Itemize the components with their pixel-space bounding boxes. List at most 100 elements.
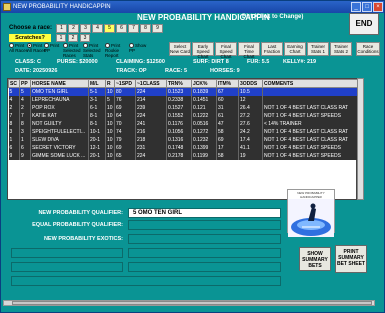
table-cell: 1 bbox=[8, 135, 20, 144]
exotics-label-box-1 bbox=[11, 248, 123, 258]
maximize-button[interactable]: □ bbox=[362, 2, 372, 12]
table-row[interactable]: 4 4 LEPRECHAUNA 3-1 5 76 214 0.2338 0.1451 60 12 bbox=[8, 95, 359, 104]
race-button-2[interactable]: 2 bbox=[68, 24, 79, 33]
logo-graphic: NEW PROBABILITY HANDICAPPER bbox=[287, 189, 335, 237]
scratches-label: Scratches? bbox=[9, 34, 51, 42]
table-cell: 7 bbox=[19, 111, 31, 120]
race-button-8[interactable]: 8 bbox=[140, 24, 151, 33]
scratch-button-2[interactable]: 2 bbox=[68, 34, 78, 42]
option-2[interactable]: Print PP bbox=[44, 43, 63, 53]
column-header[interactable]: SC bbox=[8, 79, 20, 88]
table-cell: 3 bbox=[19, 127, 31, 136]
scratch-button-3[interactable]: 3 bbox=[80, 34, 90, 42]
column-header[interactable]: JCK% bbox=[191, 79, 217, 88]
table-row[interactable]: 7 7 KATIE KAT 8-1 10 64 224 0.1552 0.1222 61 27.2 N… bbox=[8, 111, 359, 120]
race-button-5[interactable]: 5 bbox=[104, 24, 115, 33]
table-cell: 12 bbox=[238, 95, 263, 104]
table-cell: 79 bbox=[114, 135, 136, 144]
column-header[interactable]: R bbox=[105, 79, 115, 88]
scratch-button-1[interactable]: 1 bbox=[56, 34, 66, 42]
table-cell: 3 bbox=[8, 127, 20, 136]
kelly-info: KELLY#: 219 bbox=[283, 59, 317, 65]
table-cell: 10.5 bbox=[238, 87, 263, 96]
option-6[interactable]: Show PP bbox=[129, 43, 148, 53]
print-summary-bet-sheet-button[interactable]: PRINT SUMMARY BET SHEET bbox=[335, 245, 367, 273]
table-row[interactable]: 8 8 NOT GUILTY 8-1 10 70 241 0.1176 0.0516 47 27.6… bbox=[8, 119, 359, 128]
race-button-1[interactable]: 1 bbox=[56, 24, 67, 33]
table-cell: 239 bbox=[135, 103, 167, 112]
jockey-icon bbox=[288, 199, 334, 237]
table-cell: 0.2338 bbox=[166, 95, 192, 104]
table-cell: 58 bbox=[216, 127, 239, 136]
table-row[interactable]: 9 9 GIMME SOME LUCK ... 20-1 10 65 224 0.2178 0.… bbox=[8, 151, 359, 160]
table-row[interactable]: 5 5 OMO TEN GIRL 5-1 10 80 224 0.1523 0.1839 67 10… bbox=[8, 87, 359, 96]
chart-button-1[interactable]: Early Speed Chart bbox=[192, 42, 214, 59]
table-cell: 69 bbox=[114, 103, 136, 112]
table-cell: 5-1 bbox=[88, 87, 106, 96]
race-button-7[interactable]: 7 bbox=[128, 24, 139, 33]
show-summary-bets-button[interactable]: SHOW SUMMARY BETS bbox=[299, 247, 331, 271]
chart-button-3[interactable]: Final Time Chart bbox=[238, 42, 260, 59]
chart-button-7[interactable]: Trainer Stats 2 bbox=[330, 42, 352, 56]
column-header[interactable]: HORSE NAME bbox=[30, 79, 89, 88]
table-cell: 0.1316 bbox=[166, 135, 192, 144]
column-header[interactable]: PP bbox=[19, 79, 31, 88]
chart-button-8[interactable]: Race Conditions bbox=[356, 42, 380, 56]
table-cell: 74 bbox=[114, 127, 136, 136]
race-button-4[interactable]: 4 bbox=[92, 24, 103, 33]
exotics-label-box-2 bbox=[11, 262, 123, 272]
option-0[interactable]: Print All Races bbox=[9, 43, 28, 53]
table-cell: POP ROX bbox=[30, 103, 89, 112]
table-vertical-scrollbar[interactable] bbox=[357, 78, 364, 200]
option-5[interactable]: Print Rookie Report bbox=[105, 43, 124, 58]
table-cell: 8 bbox=[8, 119, 20, 128]
chart-button-6[interactable]: Trainer Stats 1 bbox=[307, 42, 329, 56]
new-probability-qualifier-label: NEW PROBABILITY QUALIFIER: bbox=[38, 210, 123, 216]
end-button[interactable]: END bbox=[349, 13, 379, 35]
table-cell: 20-1 bbox=[88, 151, 106, 160]
option-3[interactable]: Print Selected Races bbox=[63, 43, 82, 58]
table-cell: 47 bbox=[216, 119, 239, 128]
table-cell: SECRET VICTORY bbox=[30, 143, 89, 152]
table-cell: NOT GUILTY bbox=[30, 119, 89, 128]
column-header[interactable]: ITM% bbox=[216, 79, 239, 88]
table-row[interactable]: 3 3 SPEIGHTFULELECTI... 10-1 10 74 216 0.1056 0.… bbox=[8, 127, 359, 136]
column-header[interactable]: ~1CLASS bbox=[135, 79, 167, 88]
table-row[interactable]: 2 2 POP ROX 6-1 10 69 239 0.1527 0.121 31 26.4 NOT … bbox=[8, 103, 359, 112]
chart-button-2[interactable]: Final Speed Chart bbox=[215, 42, 237, 59]
table-row[interactable]: 1 1 SLEW DIVA 20-1 10 79 218 0.1316 0.1232 69 17.4… bbox=[8, 135, 359, 144]
track-info: TRACK: OP bbox=[116, 68, 147, 74]
horizontal-scrollbar[interactable] bbox=[3, 300, 375, 306]
chart-button-4[interactable]: Last Fraction bbox=[261, 42, 283, 56]
column-header[interactable]: M/L bbox=[88, 79, 106, 88]
race-button-6[interactable]: 6 bbox=[116, 24, 127, 33]
option-4[interactable]: Print Selected Stats bbox=[83, 43, 102, 58]
table-cell: 10 bbox=[105, 127, 115, 136]
race-button-3[interactable]: 3 bbox=[80, 24, 91, 33]
table-cell: 8-1 bbox=[88, 111, 106, 120]
table-cell: KATIE KAT bbox=[30, 111, 89, 120]
table-cell: 27.2 bbox=[238, 111, 263, 120]
table-cell: 4 bbox=[19, 95, 31, 104]
minimize-button[interactable]: _ bbox=[351, 2, 361, 12]
table-cell: OMO TEN GIRL bbox=[30, 87, 89, 96]
table-cell: 0.1272 bbox=[191, 127, 217, 136]
table-cell: 2 bbox=[19, 103, 31, 112]
table-cell: NOT 1 OF 4 BEST LAST SPEEDS bbox=[262, 111, 359, 120]
column-header[interactable]: TRN% bbox=[166, 79, 192, 88]
table-cell: 8-1 bbox=[88, 119, 106, 128]
table-cell: 10-1 bbox=[88, 127, 106, 136]
chart-button-5[interactable]: Earning Chart bbox=[284, 42, 306, 56]
race-button-9[interactable]: 9 bbox=[152, 24, 163, 33]
scrollbar-thumb[interactable] bbox=[12, 301, 372, 305]
table-cell: NOT 1 OF 4 BEST LAST SPEEDS bbox=[262, 143, 359, 152]
surface-toggle[interactable]: Dirt (Click to Change) bbox=[242, 14, 303, 20]
chart-button-0[interactable]: Select New Card bbox=[169, 42, 191, 56]
column-header[interactable]: COMMENTS bbox=[262, 79, 359, 88]
close-button[interactable]: × bbox=[373, 2, 383, 12]
horse-table: SC PP HORSE NAME M/L R ~1SPD ~1CLASS TRN% JCK% IT… bbox=[7, 78, 359, 200]
table-cell: GIMME SOME LUCK ... bbox=[30, 151, 89, 160]
column-header[interactable]: 3ODDS bbox=[238, 79, 263, 88]
table-row[interactable]: 6 6 SECRET VICTORY 12-1 10 69 231 0.1748 0.1399 1… bbox=[8, 143, 359, 152]
column-header[interactable]: ~1SPD bbox=[114, 79, 136, 88]
